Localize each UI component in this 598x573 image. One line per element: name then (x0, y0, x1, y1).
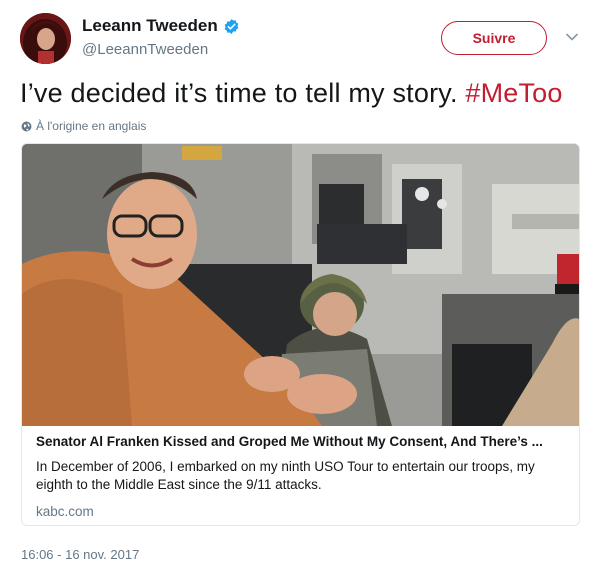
author-name[interactable]: Leeann Tweeden (82, 16, 218, 36)
card-body: Senator Al Franken Kissed and Groped Me … (36, 434, 567, 519)
author-handle[interactable]: @LeeannTweeden (82, 41, 208, 58)
hashtag-link[interactable]: #MeToo (465, 78, 562, 108)
card-title[interactable]: Senator Al Franken Kissed and Groped Me … (36, 434, 567, 449)
tweet-body: I’ve decided it’s time to tell my story. (20, 78, 466, 108)
author-name-row: Leeann Tweeden (82, 16, 240, 36)
author-avatar[interactable] (20, 13, 71, 64)
card-description: In December of 2006, I embarked on my ni… (36, 459, 535, 492)
translation-label: À l'origine en anglais (36, 119, 147, 133)
chevron-down-icon[interactable] (565, 32, 579, 42)
verified-badge-icon (224, 18, 239, 34)
tweet-text: I’ve decided it’s time to tell my story.… (20, 78, 563, 109)
avatar-photo (20, 13, 71, 64)
link-preview-card[interactable]: Senator Al Franken Kissed and Groped Me … (21, 143, 580, 526)
card-photo (22, 144, 579, 426)
follow-button[interactable]: Suivre (441, 21, 547, 55)
translation-note: À l'origine en anglais (21, 119, 146, 133)
globe-icon (21, 121, 32, 131)
tweet-timestamp[interactable]: 16:06 - 16 nov. 2017 (21, 547, 139, 562)
card-domain: kabc.com (36, 504, 94, 519)
